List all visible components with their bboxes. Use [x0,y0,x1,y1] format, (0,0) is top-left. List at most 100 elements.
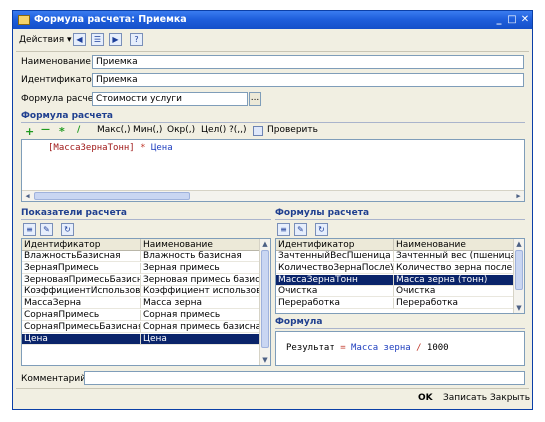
editor-scroll-thumb[interactable] [34,192,190,200]
indicators-name-cell: Цена [141,333,260,345]
formula-expression: [МассаЗернаТонн] * Цена [48,143,173,153]
indicators-name-cell: Влажность базисная [141,251,260,262]
indicators-col-name[interactable]: Наименование [141,239,260,251]
back-arrow-icon[interactable]: ◀ [73,33,86,46]
refresh-formulas-icon[interactable]: ↻ [315,223,328,236]
forward-icon[interactable]: ▶ [109,33,122,46]
max-function-button[interactable]: Макс(,) [97,125,131,135]
formula-type-field[interactable]: Стоимости услуги [92,92,248,106]
indicators-id-cell: Цена [22,333,141,345]
window-title: Формула расчета: Приемка [34,14,187,25]
check-formula-button[interactable]: Проверить [267,125,318,135]
formulas-name-cell: Переработка [394,298,514,310]
formulas-scrollbar[interactable]: ▲ ▼ [513,239,524,313]
scroll-right-icon[interactable]: ▶ [513,191,524,201]
comment-field[interactable] [84,371,525,385]
indicators-header: Идентификатор Наименование [22,239,260,251]
indicators-row[interactable]: Цена Цена [22,333,260,345]
save-button[interactable]: Записать [443,392,487,405]
indicators-scroll-thumb[interactable] [261,250,269,348]
plus-button[interactable]: + [25,125,34,138]
formula-window: Формула расчета: Приемка _ □ ✕ Действия … [12,10,533,410]
formulas-col-id[interactable]: Идентификатор [276,239,394,251]
maximize-button[interactable]: □ [505,13,519,27]
formulas-id-cell: Переработка [276,298,394,310]
int-function-button[interactable]: Цел() [201,125,226,135]
refresh-indicators-icon[interactable]: ↻ [61,223,74,236]
scroll-down-icon[interactable]: ▼ [514,303,524,313]
indicators-row[interactable]: МассаЗерна Масса зерна [22,298,260,310]
formula-preview-title: Формула [275,317,525,329]
formulas-name-cell: Очистка [394,286,514,298]
formulas-row[interactable]: МассаЗернаТонн Масса зерна (тонн) [276,274,514,286]
scroll-up-icon[interactable]: ▲ [514,239,524,249]
formulas-id-cell: КоличествоЗернаПослеУсу... [276,262,394,274]
scroll-down-icon[interactable]: ▼ [260,355,270,365]
indicators-scrollbar[interactable]: ▲ ▼ [259,239,270,365]
identifier-label: Идентификатор: [21,75,101,85]
title-bar: Формула расчета: Приемка _ □ ✕ [13,11,532,29]
formulas-row[interactable]: Очистка Очистка [276,286,514,298]
minus-button[interactable]: — [41,125,50,135]
close-window-button[interactable]: ✕ [518,13,532,27]
add-formula-icon[interactable]: ≡ [277,223,290,236]
indicators-name-cell: Сорная примесь [141,310,260,321]
preview-variable: Масса зерна [351,343,411,353]
multiply-button[interactable]: * [59,125,65,138]
indicators-row[interactable]: КоэффициентИспользован...Коэффициент исп… [22,286,260,298]
close-button[interactable]: Закрыть [490,392,530,405]
indicators-col-id[interactable]: Идентификатор [22,239,141,251]
help-icon[interactable]: ? [130,33,143,46]
preview-result: Результат [286,343,335,353]
name-field[interactable]: Приемка [92,55,524,69]
edit-indicator-icon[interactable]: ✎ [40,223,53,236]
indicators-id-cell: ЗерноваяПримесьБазисная [22,274,141,286]
ok-button[interactable]: OK [418,392,433,405]
indicators-row[interactable]: ЗернаяПримесь Зерная примесь [22,262,260,274]
formulas-id-cell: ЗачтенныйВесПшеница [276,251,394,262]
formulas-name-cell: Масса зерна (тонн) [394,274,514,286]
formula-section-title: Формула расчета [21,111,525,123]
round-function-button[interactable]: Окр(,) [167,125,195,135]
indicators-row[interactable]: ЗерноваяПримесьБазисная Зерновая примесь … [22,274,260,286]
indicators-name-cell: Коэффициент использован... [141,286,260,298]
editor-horizontal-scrollbar[interactable]: ◀ ▶ [22,190,524,201]
formulas-row[interactable]: КоличествоЗернаПослеУсу...Количество зер… [276,262,514,274]
actions-menu-button[interactable]: Действия ▾ [17,33,74,47]
formula-preview-text: Результат = Масса зерна / 1000 [286,343,449,353]
formulas-name-cell: Зачтенный вес (пшеница) [394,251,514,262]
add-indicator-icon[interactable]: ≡ [23,223,36,236]
scroll-up-icon[interactable]: ▲ [260,239,270,249]
scroll-left-icon[interactable]: ◀ [22,191,33,201]
formula-preview: Результат = Масса зерна / 1000 [275,331,525,366]
expr-variable-2: Цена [150,143,173,153]
minimize-button[interactable]: _ [492,13,506,27]
indicators-row[interactable]: СорнаяПримесь Сорная примесь [22,310,260,321]
formulas-table: Идентификатор Наименование ЗачтенныйВесП… [275,238,525,314]
formula-editor[interactable]: [МассаЗернаТонн] * Цена ◀ ▶ [21,139,525,202]
identifier-field[interactable]: Приемка [92,73,524,87]
formulas-row[interactable]: Переработка Переработка [276,298,514,310]
check-icon [253,126,263,136]
window-app-icon [18,15,30,25]
formula-toolbar: + — * / Макс(,) Мин(,) Окр(,) Цел() ?(,,… [23,125,523,139]
formulas-col-name[interactable]: Наименование [394,239,514,251]
expr-variable: [МассаЗернаТонн] [48,143,135,153]
conditional-function-button[interactable]: ?(,,) [229,125,247,135]
indicators-name-cell: Сорная примесь базисная [141,321,260,333]
indicators-row[interactable]: СорнаяПримесьБазисная Сорная примесь бази… [22,321,260,333]
edit-formula-icon[interactable]: ✎ [294,223,307,236]
formulas-scroll-thumb[interactable] [515,250,523,290]
formulas-row[interactable]: ЗачтенныйВесПшеница Зачтенный вес (пшениц… [276,251,514,262]
min-function-button[interactable]: Мин(,) [133,125,162,135]
indicators-id-cell: СорнаяПримесь [22,310,141,321]
preview-operator: / [416,343,422,353]
main-toolbar: Действия ▾ ◀ ☰ ▶ ? [13,31,532,49]
formula-select-button[interactable]: ... [249,92,261,106]
indicators-table: Идентификатор Наименование ВлажностьБази… [21,238,271,366]
indicators-section-title: Показатели расчета [21,208,271,220]
divide-button[interactable]: / [77,125,80,135]
list-icon[interactable]: ☰ [91,33,104,46]
indicators-row[interactable]: ВлажностьБазисная Влажность базисная [22,251,260,262]
bottom-divider [16,388,529,389]
